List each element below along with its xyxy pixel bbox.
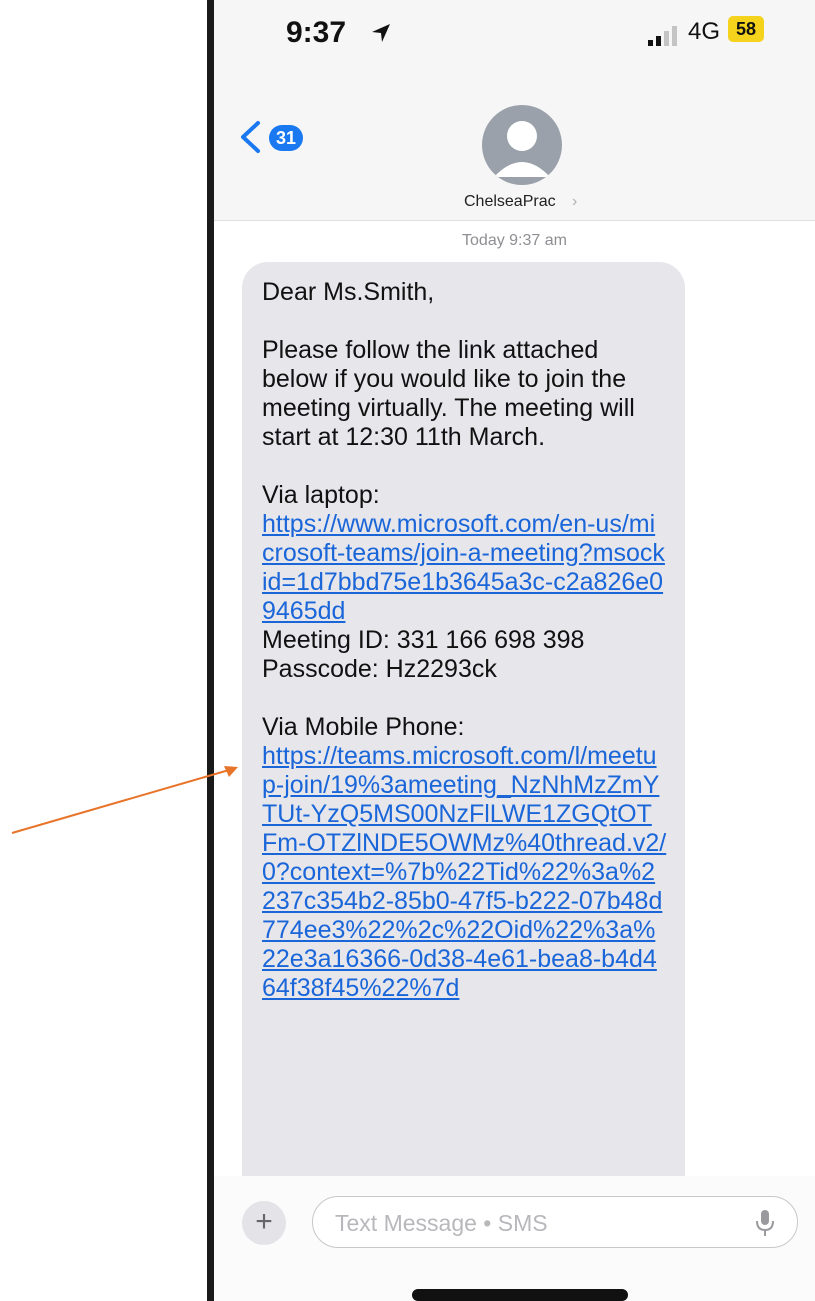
meeting-id: Meeting ID: 331 166 698 398 (262, 626, 585, 654)
phone-screen: 9:37 4G 58 31 ChelseaPrac › Today 9:37 a… (214, 0, 815, 1301)
mobile-heading: Via Mobile Phone: (262, 713, 465, 741)
signal-icon (648, 26, 677, 46)
location-arrow-icon (372, 24, 390, 42)
window-edge-bar (207, 0, 214, 1301)
message-bubble: Dear Ms.Smith, Please follow the link at… (242, 262, 685, 1220)
contact-chevron-icon[interactable]: › (572, 193, 577, 211)
add-attachment-button[interactable]: + (242, 1201, 286, 1245)
message-timestamp: Today 9:37 am (462, 232, 567, 249)
message-greeting: Dear Ms.Smith, (262, 278, 435, 306)
avatar-icon (494, 121, 550, 177)
status-time: 9:37 (286, 16, 347, 49)
battery-indicator: 58 (728, 16, 764, 42)
mobile-meeting-link[interactable]: https://teams.microsoft.com/l/meetup-joi… (262, 742, 667, 1003)
message-input[interactable] (333, 1207, 737, 1239)
unread-count-badge[interactable]: 31 (269, 125, 303, 151)
avatar[interactable] (482, 105, 562, 185)
passcode: Passcode: Hz2293ck (262, 655, 497, 683)
message-input-field[interactable] (312, 1196, 798, 1248)
contact-name[interactable]: ChelseaPrac (464, 193, 556, 211)
back-chevron-icon[interactable] (238, 120, 262, 154)
mic-icon[interactable] (755, 1209, 775, 1237)
home-indicator (412, 1289, 628, 1301)
message-intro: Please follow the link attached below if… (262, 336, 635, 451)
laptop-meeting-link[interactable]: https://www.microsoft.com/en-us/microsof… (262, 510, 667, 626)
network-type: 4G (688, 18, 721, 45)
laptop-heading: Via laptop: (262, 481, 380, 509)
